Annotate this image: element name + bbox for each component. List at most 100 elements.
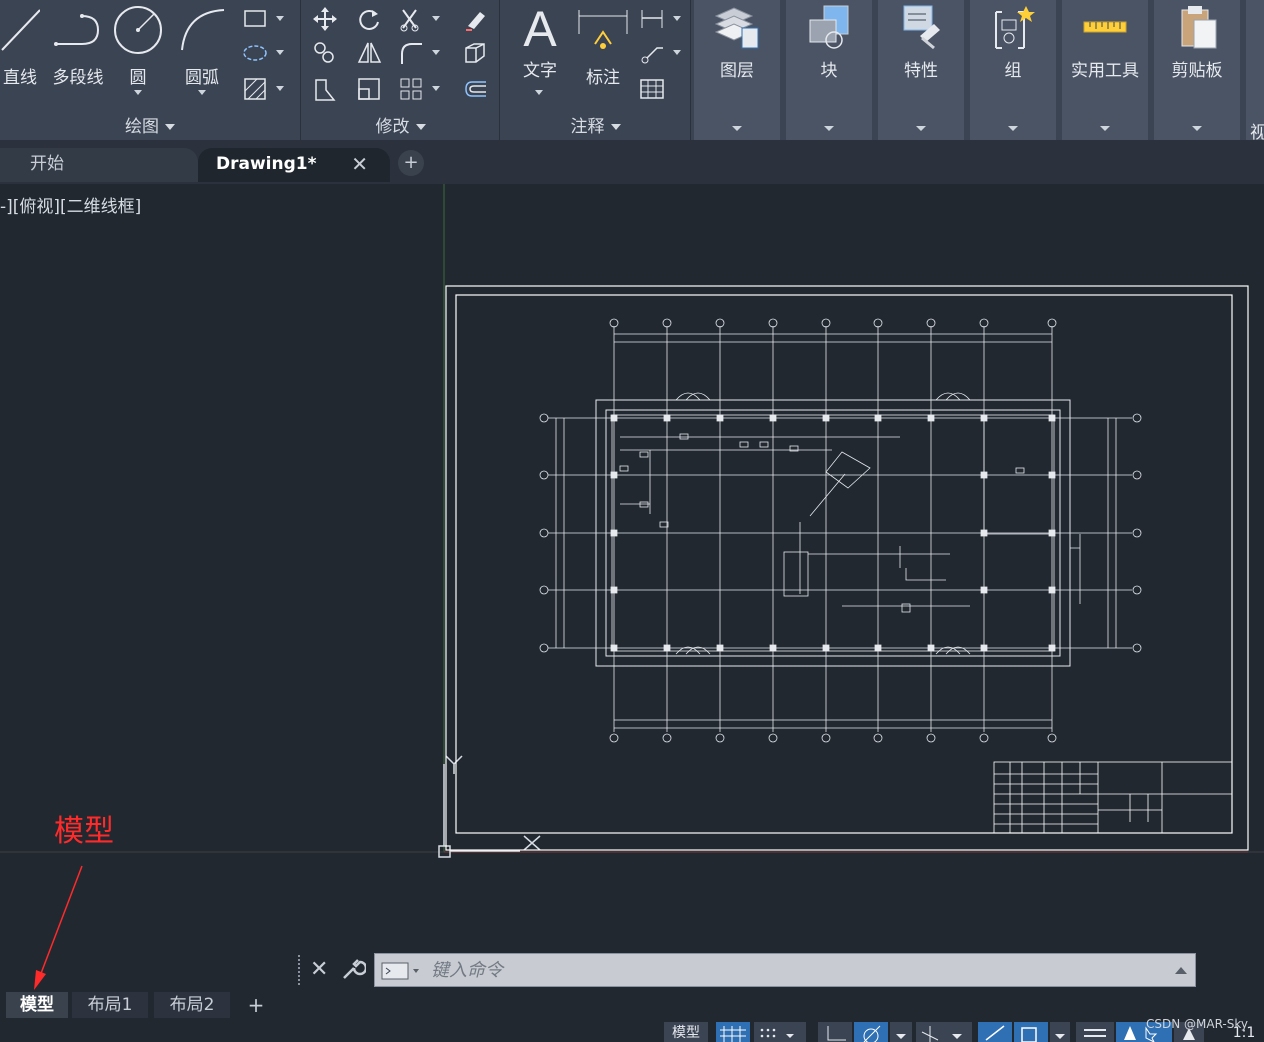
chevron-down-icon[interactable] — [276, 86, 284, 91]
array-icon[interactable] — [398, 76, 424, 102]
chevron-down-icon[interactable] — [276, 50, 284, 55]
line-tool-button[interactable]: 直线 — [0, 4, 41, 88]
table-icon[interactable] — [639, 76, 665, 102]
group-label: 组 — [1004, 61, 1022, 81]
chevron-down-icon — [824, 126, 834, 131]
watermark-text: CSDN @MAR-Sky — [1145, 1017, 1248, 1031]
utilities-label: 实用工具 — [1071, 61, 1139, 81]
utilities-panel-button[interactable]: 实用工具 — [1062, 0, 1148, 140]
tab-drawing1[interactable]: Drawing1* ✕ — [198, 148, 390, 182]
block-label: 块 — [820, 61, 838, 81]
tab-model[interactable]: 模型 — [6, 992, 68, 1018]
modify-panel-title[interactable]: 修改 — [302, 116, 499, 138]
hatch-icon[interactable] — [242, 76, 268, 102]
copy-icon[interactable] — [312, 40, 338, 66]
grid-icon — [720, 1026, 746, 1042]
draw-panel-title[interactable]: 绘图 — [0, 116, 300, 138]
tab-start-label: 开始 — [30, 154, 64, 174]
title-block-table — [993, 761, 1233, 834]
view-panel-button[interactable]: 视 — [1246, 0, 1264, 140]
drag-handle[interactable] — [298, 955, 301, 985]
erase-icon[interactable] — [462, 6, 488, 32]
command-prompt-icon[interactable] — [381, 962, 427, 980]
leader-icon[interactable] — [639, 40, 665, 66]
chevron-down-icon[interactable] — [198, 90, 206, 95]
layers-icon — [714, 7, 759, 49]
annotation-arrow — [34, 865, 83, 990]
snap-toggle[interactable] — [754, 1022, 806, 1042]
offset-icon[interactable] — [462, 76, 488, 102]
chevron-down-icon[interactable] — [432, 86, 440, 91]
layers-panel-button[interactable]: 图层 — [694, 0, 780, 140]
ellipse-icon[interactable] — [242, 40, 268, 66]
scale-icon[interactable] — [356, 76, 382, 102]
polyline-tool-button[interactable]: 多段线 — [48, 4, 108, 88]
tab-start[interactable]: 开始 — [0, 148, 198, 182]
autocad-window: 直线 多段线 圆 圆弧 绘图 修改 A 文字 标注 注释 图层 块 特性 组 实… — [0, 0, 1264, 1042]
snap-dropdown[interactable] — [1050, 1022, 1070, 1042]
view-label: 视 — [1250, 123, 1264, 140]
modify-panel: 修改 — [302, 0, 500, 140]
text-tool-button[interactable]: A 文字 — [515, 1, 565, 95]
polar-tracking-icon — [863, 1025, 881, 1042]
lineweight-toggle[interactable] — [1076, 1022, 1114, 1042]
wrench-icon[interactable] — [340, 956, 366, 982]
linear-dim-icon[interactable] — [639, 6, 665, 32]
rectangle-icon[interactable] — [242, 6, 268, 32]
polar-dropdown[interactable] — [890, 1022, 912, 1042]
3d-box-icon[interactable] — [462, 40, 488, 66]
tab-layout1[interactable]: 布局1 — [72, 992, 148, 1018]
text-icon: A — [523, 1, 557, 57]
chevron-down-icon[interactable] — [432, 50, 440, 55]
new-tab-button[interactable]: + — [398, 150, 424, 176]
block-panel-button[interactable]: 块 — [786, 0, 872, 140]
group-panel-button[interactable]: 组 — [970, 0, 1056, 140]
arc-icon — [181, 9, 225, 51]
ucs-icon — [438, 755, 541, 858]
chevron-down-icon[interactable] — [276, 16, 284, 21]
properties-icon — [903, 5, 940, 50]
chevron-down-icon[interactable] — [673, 50, 681, 55]
command-input[interactable] — [431, 954, 1131, 986]
fillet-icon[interactable] — [398, 40, 424, 66]
annotation-panel-title[interactable]: 注释 — [501, 116, 690, 138]
dimension-tool-button[interactable]: 标注 — [575, 4, 631, 88]
object-snap-toggle[interactable] — [1014, 1022, 1048, 1042]
polar-toggle[interactable] — [854, 1022, 888, 1042]
annotation-panel-title-text: 注释 — [570, 117, 605, 137]
move-icon[interactable] — [312, 6, 338, 32]
chevron-down-icon[interactable] — [535, 90, 543, 95]
polyline-label: 多段线 — [52, 68, 104, 88]
chevron-down-icon[interactable] — [432, 16, 440, 21]
mirror-icon[interactable] — [356, 40, 382, 66]
ortho-toggle[interactable] — [818, 1022, 852, 1042]
layers-label: 图层 — [720, 61, 754, 81]
object-snap-tracking-toggle[interactable] — [978, 1022, 1012, 1042]
annotation-panel: A 文字 标注 注释 — [501, 0, 691, 140]
chevron-down-icon — [610, 124, 621, 130]
chevron-down-icon — [165, 124, 175, 130]
close-icon[interactable]: ✕ — [310, 957, 328, 983]
model-space-canvas[interactable]: -][俯视][二维线框] 模型 — [0, 184, 1264, 992]
floor-plan — [539, 318, 1142, 743]
stretch-icon[interactable] — [312, 76, 338, 102]
isodraft-toggle[interactable] — [916, 1022, 972, 1042]
chevron-down-icon[interactable] — [134, 90, 142, 95]
grid-toggle[interactable] — [716, 1022, 750, 1042]
clipboard-panel-button[interactable]: 剪贴板 — [1154, 0, 1240, 140]
circle-tool-button[interactable]: 圆 — [112, 4, 164, 95]
add-layout-button[interactable]: + — [244, 992, 268, 1018]
model-space-toggle[interactable]: 模型 — [664, 1022, 708, 1042]
chevron-down-icon — [916, 126, 926, 131]
chevron-up-icon[interactable] — [1175, 967, 1187, 974]
chevron-down-icon[interactable] — [673, 16, 681, 21]
ortho-icon — [827, 1026, 846, 1041]
trim-icon[interactable] — [398, 6, 424, 32]
rotate-icon[interactable] — [356, 6, 382, 32]
measure-ruler-icon — [1083, 21, 1127, 33]
plus-icon: + — [403, 152, 419, 173]
close-icon[interactable]: ✕ — [351, 148, 368, 180]
arc-tool-button[interactable]: 圆弧 — [176, 4, 228, 95]
properties-panel-button[interactable]: 特性 — [878, 0, 964, 140]
tab-layout2[interactable]: 布局2 — [154, 992, 230, 1018]
